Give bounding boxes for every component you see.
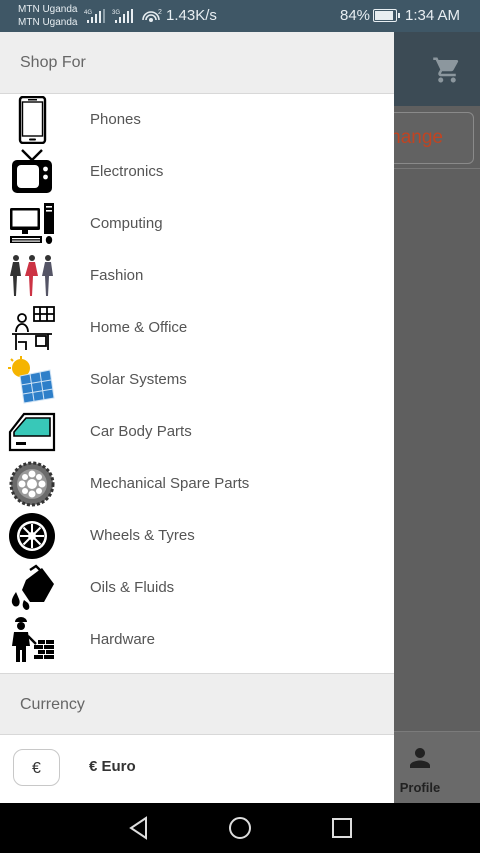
clock: 1:34 AM xyxy=(405,7,461,24)
category-label: Oils & Fluids xyxy=(90,579,175,596)
recents-icon[interactable] xyxy=(329,815,355,841)
svg-text:2: 2 xyxy=(158,9,162,16)
menu-item-oils-fluids[interactable]: Oils & Fluids xyxy=(0,562,394,614)
menu-item-car-body-parts[interactable]: Car Body Parts xyxy=(0,406,394,458)
category-label: Car Body Parts xyxy=(90,423,192,440)
category-label: Electronics xyxy=(90,163,164,180)
menu-item-home-office[interactable]: Home & Office xyxy=(0,302,394,354)
battery-percent: 84% xyxy=(340,7,371,24)
currency-header: Currency xyxy=(0,673,394,735)
carrier-names: MTN Uganda MTN Uganda xyxy=(18,3,77,29)
phone-icon xyxy=(18,96,47,144)
category-label: Phones xyxy=(90,111,141,128)
menu-item-wheels-tyres[interactable]: Wheels & Tyres xyxy=(0,510,394,562)
home-office-icon xyxy=(12,306,55,350)
category-label: Wheels & Tyres xyxy=(90,527,195,544)
category-label: Mechanical Spare Parts xyxy=(90,475,250,492)
menu-item-fashion[interactable]: Fashion xyxy=(0,250,394,302)
battery-icon xyxy=(373,9,400,22)
net-type-2: 3G xyxy=(112,10,120,16)
category-label: Fashion xyxy=(90,267,144,284)
profile-label[interactable]: Profile xyxy=(394,780,446,795)
currency-symbol-badge: € xyxy=(13,749,60,786)
signal-icon: 4G 3G xyxy=(84,9,133,23)
solar-panel-icon xyxy=(8,356,55,404)
home-icon[interactable] xyxy=(227,815,253,841)
net-type-1: 4G xyxy=(84,10,92,16)
menu-item-phones[interactable]: Phones xyxy=(0,94,394,146)
currency-item-euro[interactable]: € € Euro xyxy=(0,735,394,797)
carrier-1: MTN Uganda xyxy=(18,4,78,15)
category-label: Home & Office xyxy=(90,319,188,336)
hotspot-icon: 2 xyxy=(142,9,162,22)
menu-item-solar-systems[interactable]: Solar Systems xyxy=(0,354,394,406)
shop-for-header: Shop For xyxy=(0,32,394,94)
gear-icon xyxy=(9,461,55,507)
car-door-icon xyxy=(8,412,56,452)
builder-icon xyxy=(12,617,54,662)
status-bar: MTN Uganda MTN Uganda 4G 3G 2 1.43K/s 84… xyxy=(0,0,480,32)
menu-item-hardware[interactable]: Hardware xyxy=(0,614,394,666)
menu-item-computing[interactable]: Computing xyxy=(0,198,394,250)
category-label: Hardware xyxy=(90,631,156,648)
category-label: Computing xyxy=(90,215,163,232)
menu-item-mechanical-spare-parts[interactable]: Mechanical Spare Parts xyxy=(0,458,394,510)
category-label: Solar Systems xyxy=(90,371,187,388)
cart-icon[interactable] xyxy=(432,55,462,85)
back-icon[interactable] xyxy=(126,815,152,841)
fashion-icon xyxy=(10,255,53,296)
computer-icon xyxy=(10,203,54,244)
oil-can-icon xyxy=(11,564,54,610)
navigation-drawer: Shop For Phones Electronics Computing Fa… xyxy=(0,32,394,803)
currency-name: € Euro xyxy=(89,758,136,775)
carrier-2: MTN Uganda xyxy=(18,17,78,28)
network-speed: 1.43K/s xyxy=(166,7,217,24)
system-nav-bar xyxy=(0,803,480,853)
divider xyxy=(394,168,480,169)
divider xyxy=(0,666,394,673)
menu-item-electronics[interactable]: Electronics xyxy=(0,146,394,198)
category-list: Phones Electronics Computing Fashion Hom… xyxy=(0,94,394,666)
wheel-icon xyxy=(9,513,55,559)
tv-icon xyxy=(12,149,52,193)
profile-icon[interactable] xyxy=(405,743,435,773)
